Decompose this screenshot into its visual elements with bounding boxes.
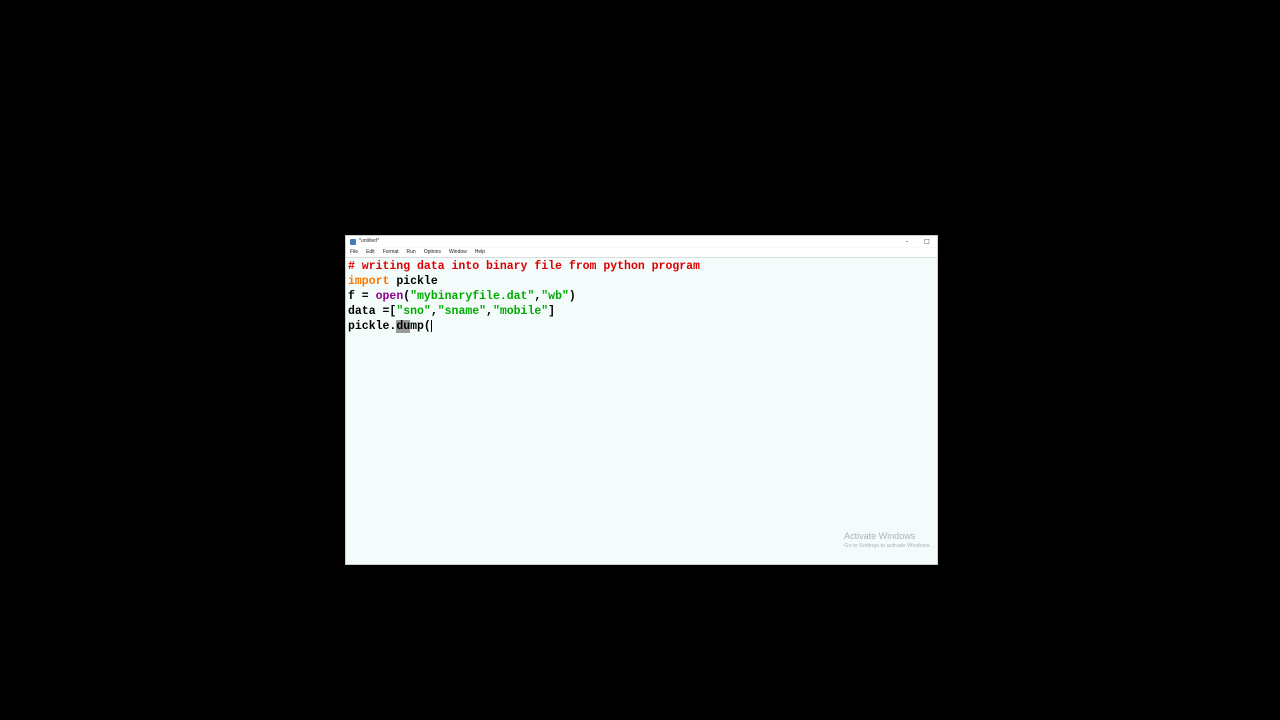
- menu-run[interactable]: Run: [403, 248, 420, 257]
- window-title: *untitled*: [359, 238, 380, 244]
- module-name: pickle: [389, 275, 438, 288]
- assignment-lhs: f =: [348, 290, 376, 303]
- menu-file[interactable]: File: [346, 248, 362, 257]
- code-line-4: data =["sno","sname","mobile"]: [348, 304, 555, 319]
- idle-editor-window[interactable]: *untitled* – □ File Edit Format Run Opti…: [345, 235, 938, 565]
- dump-call: mp(: [410, 320, 431, 333]
- watermark-title: Activate Windows: [844, 531, 916, 541]
- menu-options[interactable]: Options: [420, 248, 445, 257]
- menu-help[interactable]: Help: [471, 248, 489, 257]
- menu-format[interactable]: Format: [379, 248, 403, 257]
- code-line-5: pickle.dump(: [348, 319, 432, 334]
- title-bar[interactable]: *untitled* – □: [346, 236, 937, 247]
- python-icon: [350, 238, 356, 245]
- open-builtin: open: [375, 290, 404, 303]
- list-item-sno: "sno": [396, 305, 431, 318]
- import-keyword: import: [348, 275, 390, 288]
- list-close: ]: [548, 305, 556, 318]
- list-comma-2: ,: [486, 305, 493, 318]
- mode-string: "wb": [541, 290, 569, 303]
- maximize-button[interactable]: □: [917, 236, 937, 247]
- minimize-button[interactable]: –: [897, 236, 917, 247]
- list-item-sname: "sname": [437, 305, 487, 318]
- text-cursor: [430, 319, 432, 332]
- code-line-2: import pickle: [348, 274, 438, 289]
- watermark-subtitle: Go to Settings to activate Windows.: [844, 543, 931, 549]
- window-controls: – □: [897, 236, 937, 247]
- list-comma-1: ,: [430, 305, 438, 318]
- menu-bar: File Edit Format Run Options Window Help: [346, 248, 937, 258]
- comment-text: # writing data into binary file from pyt…: [348, 260, 700, 273]
- code-line-3: f = open("mybinaryfile.dat","wb"): [348, 289, 576, 304]
- close-paren: ): [568, 290, 576, 303]
- data-assignment: data =[: [348, 305, 397, 318]
- code-editor[interactable]: # writing data into binary file from pyt…: [346, 258, 937, 564]
- code-line-1: # writing data into binary file from pyt…: [348, 259, 700, 274]
- filename-string: "mybinaryfile.dat": [410, 290, 535, 303]
- pickle-prefix: pickle.: [348, 320, 397, 333]
- menu-edit[interactable]: Edit: [362, 248, 379, 257]
- screen: *untitled* – □ File Edit Format Run Opti…: [0, 0, 1280, 720]
- text-selection: du: [396, 320, 411, 333]
- activate-windows-watermark: Activate Windows Go to Settings to activ…: [844, 531, 931, 550]
- list-item-mobile: "mobile": [492, 305, 549, 318]
- menu-window[interactable]: Window: [445, 248, 471, 257]
